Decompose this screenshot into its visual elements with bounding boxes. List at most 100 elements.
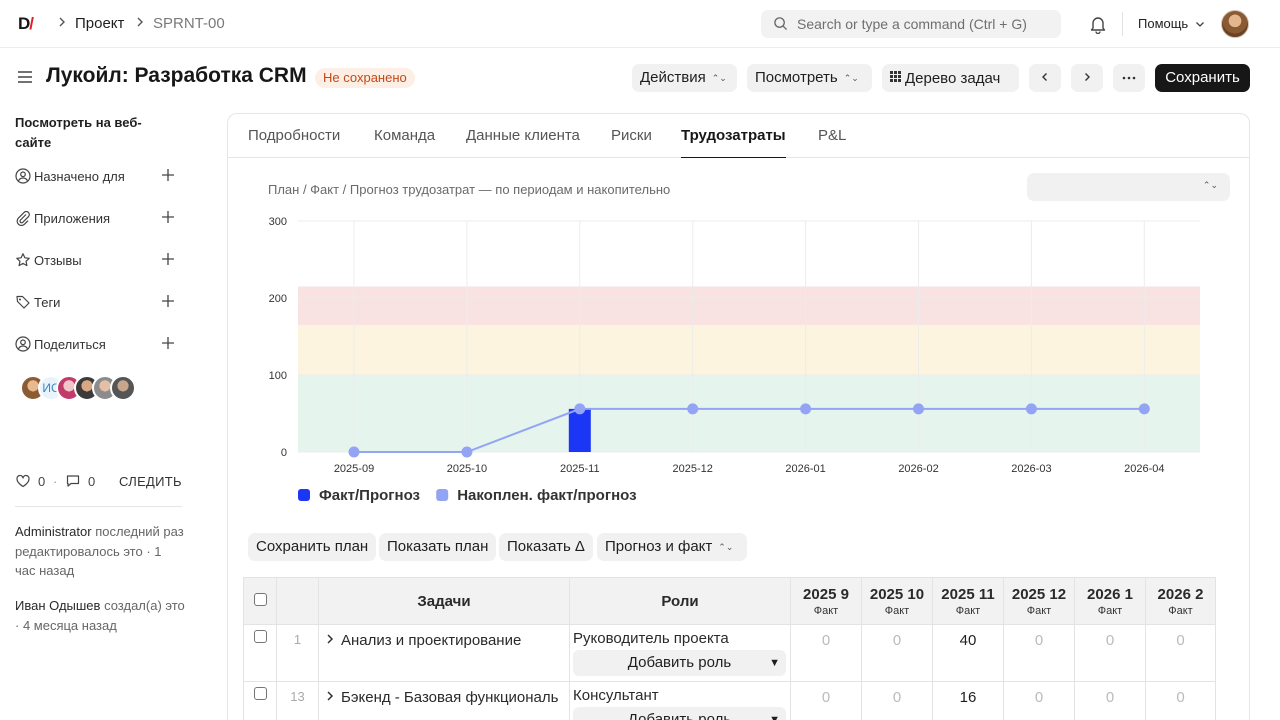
value-cell[interactable]: 0 <box>861 681 933 720</box>
paperclip-icon <box>15 210 31 229</box>
prev-button[interactable] <box>1029 64 1061 92</box>
chevron-right-icon <box>1081 69 1093 86</box>
task-name[interactable]: Анализ и проектирование <box>341 632 521 649</box>
comment-icon[interactable] <box>65 473 81 492</box>
value-cell[interactable]: 40 <box>932 624 1004 682</box>
comments-count: 0 <box>88 474 96 489</box>
sidebar-item-assigned[interactable]: Назначено для <box>15 167 185 187</box>
show-plan-button[interactable]: Показать план <box>379 533 497 561</box>
shared-avatars: ИС <box>20 375 150 401</box>
table-header-row: Задачи Роли 2025 9 Факт 2025 10 Факт 2025 … <box>243 577 1216 625</box>
task-tree-button[interactable]: Дерево задач <box>882 64 1019 92</box>
chevron-right-icon[interactable] <box>325 632 337 649</box>
chevron-down-icon[interactable] <box>1194 18 1206 33</box>
divider <box>15 506 182 507</box>
y-tick-label: 0 <box>281 447 287 459</box>
sidebar-item-reviews[interactable]: Отзывы <box>15 251 185 271</box>
show-delta-button[interactable]: Показать Δ <box>499 533 593 561</box>
data-point <box>461 446 473 458</box>
mode-select[interactable]: Прогноз и факт ⌃⌄ <box>597 533 747 561</box>
row-checkbox[interactable] <box>253 630 267 643</box>
role-cell: Консультант Добавить роль ▼ <box>569 681 791 720</box>
data-point <box>687 403 699 415</box>
x-tick-label: 2026-01 <box>785 463 825 475</box>
threshold-band <box>298 375 1200 452</box>
user-circle-icon <box>15 336 31 355</box>
avatar[interactable] <box>110 375 136 401</box>
likes-count: 0 <box>38 474 46 489</box>
value-cell[interactable]: 0 <box>1003 624 1075 682</box>
sidebar-item-attachments[interactable]: Приложения <box>15 209 185 229</box>
x-tick-label: 2026-02 <box>898 463 938 475</box>
more-icon <box>1122 69 1136 86</box>
select-all-cell <box>243 577 277 625</box>
help-menu[interactable]: Помощь <box>1138 16 1188 31</box>
save-plan-button[interactable]: Сохранить план <box>248 533 377 561</box>
task-cell: Анализ и проектирование <box>318 624 570 682</box>
role-name: Руководитель проекта <box>573 630 729 647</box>
view-button[interactable]: Посмотреть ⌃⌄ <box>747 64 872 92</box>
plus-icon[interactable] <box>160 251 176 270</box>
value-cell[interactable]: 16 <box>932 681 1004 720</box>
value-cell[interactable]: 0 <box>790 624 862 682</box>
grid-icon <box>890 64 901 92</box>
user-circle-icon <box>15 168 31 187</box>
app-logo[interactable]: D/ <box>18 14 34 34</box>
updown-icon: ⌃⌄ <box>711 73 727 83</box>
heart-icon[interactable] <box>15 473 31 492</box>
follow-button[interactable]: СЛЕДИТЬ <box>119 474 182 489</box>
labor-chart: 0 100 200 300 2025-09 2025-10 2025-11 2025-12 20… <box>269 216 1200 504</box>
top-navbar: D/ Проект SPRNT-00 Search or type a comm… <box>0 0 1280 48</box>
value-cell[interactable]: 0 <box>1003 681 1075 720</box>
x-tick-label: 2025-09 <box>334 463 374 475</box>
breadcrumb-project[interactable]: Проект <box>75 15 124 32</box>
task-name[interactable]: Бэкенд - Базовая функциональ <box>341 689 558 706</box>
table-row: 1 Анализ и проектирование Руководитель п… <box>243 624 1216 682</box>
plus-icon[interactable] <box>160 293 176 312</box>
table-row: 13 Бэкенд - Базовая функциональ Консульт… <box>243 681 1216 720</box>
x-tick-label: 2026-04 <box>1124 463 1164 475</box>
data-point <box>348 446 360 458</box>
status-badge: Не сохранено <box>315 68 415 88</box>
user-avatar[interactable] <box>1221 10 1249 38</box>
menu-icon[interactable] <box>16 68 34 89</box>
view-website-link[interactable]: Посмотреть на веб-сайте <box>15 113 175 153</box>
plus-icon[interactable] <box>160 209 176 228</box>
row-index: 1 <box>276 624 319 682</box>
next-button[interactable] <box>1071 64 1103 92</box>
data-point <box>913 403 924 415</box>
value-cell[interactable]: 0 <box>1145 681 1216 720</box>
legend-swatch <box>436 489 449 501</box>
sidebar-item-share[interactable]: Поделиться <box>15 335 185 355</box>
period-header: 2025 9 Факт <box>790 577 862 625</box>
value-cell[interactable]: 0 <box>1145 624 1216 682</box>
roles-header: Роли <box>569 577 791 625</box>
value-cell[interactable]: 0 <box>1074 681 1146 720</box>
add-role-select[interactable]: Добавить роль ▼ <box>573 650 786 676</box>
bell-icon[interactable] <box>1089 14 1107 37</box>
actions-button[interactable]: Действия ⌃⌄ <box>632 64 737 92</box>
breadcrumb-current[interactable]: SPRNT-00 <box>153 15 225 32</box>
save-button[interactable]: Сохранить <box>1155 64 1250 92</box>
sidebar-item-tags[interactable]: Теги <box>15 293 185 313</box>
select-all-checkbox[interactable] <box>253 592 267 606</box>
search-input[interactable]: Search or type a command (Ctrl + G) <box>761 10 1061 38</box>
role-name: Консультант <box>573 687 659 704</box>
data-point <box>1138 403 1150 415</box>
chevron-right-icon <box>57 15 69 31</box>
updown-icon: ⌃⌄ <box>718 542 734 552</box>
row-checkbox[interactable] <box>253 687 267 700</box>
plus-icon[interactable] <box>160 167 176 186</box>
data-point <box>574 403 586 415</box>
add-role-select[interactable]: Добавить роль ▼ <box>573 707 786 720</box>
more-button[interactable] <box>1113 64 1145 92</box>
divider <box>1122 12 1123 36</box>
chevron-down-icon: ▼ <box>769 714 780 720</box>
tasks-header: Задачи <box>318 577 570 625</box>
value-cell[interactable]: 0 <box>861 624 933 682</box>
value-cell[interactable]: 0 <box>790 681 862 720</box>
value-cell[interactable]: 0 <box>1074 624 1146 682</box>
plus-icon[interactable] <box>160 335 176 354</box>
chevron-right-icon[interactable] <box>325 689 337 706</box>
legend-swatch <box>298 489 310 501</box>
